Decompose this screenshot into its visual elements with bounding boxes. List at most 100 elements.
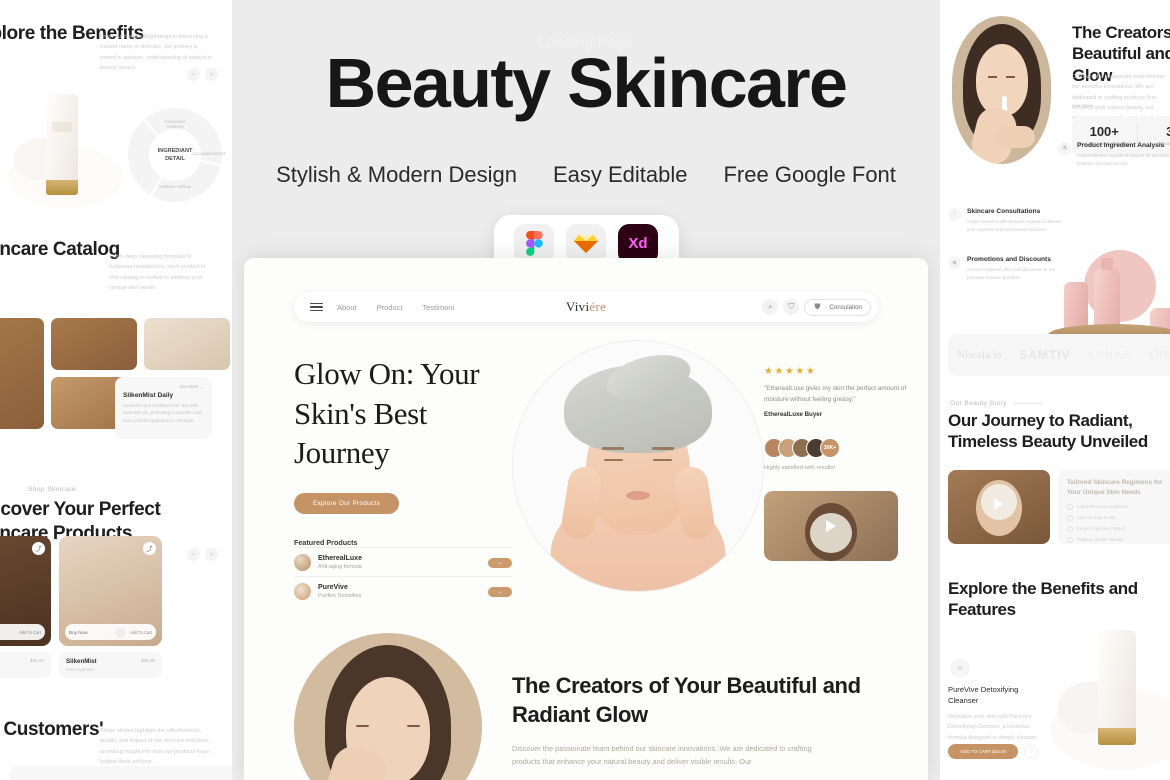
share-icon[interactable]: ⤴	[143, 542, 156, 555]
next-arrow-icon[interactable]: ›	[205, 68, 218, 81]
cart-dot-icon[interactable]	[3, 626, 15, 638]
right-heading-explore: Explore the Benefits and Features	[948, 579, 1138, 620]
right-product-name: PureVive Detoxifying Cleanser	[948, 685, 1019, 706]
right-eyebrow-story: Our Beauty Story	[950, 400, 1043, 407]
mockup-hero: Glow On: Your Skin's Best Journey Explor…	[244, 322, 928, 605]
search-icon[interactable]: ⌕	[762, 299, 779, 315]
regimen-list-item: Expert Recommendations	[1067, 503, 1170, 510]
left-paragraph-2: From deep cleansing formulas to luxuriou…	[110, 254, 206, 292]
nav-link-about[interactable]: About	[337, 303, 357, 312]
arrow-right-icon[interactable]: →	[488, 586, 512, 597]
shop-card-actions[interactable]: Buy Now Add To Cart	[65, 624, 156, 640]
buy-now-label[interactable]: Buy Now	[69, 630, 87, 635]
add-to-cart-button[interactable]: ADD TO CART $34.00	[948, 744, 1019, 759]
brand-logo[interactable]: Viviére	[566, 299, 606, 315]
right-model-photo	[950, 14, 1053, 166]
feature-name: Skincare Consultations	[967, 207, 1041, 215]
right-video-thumbnail[interactable]	[948, 470, 1050, 544]
user-icon[interactable]: ⛉	[783, 299, 800, 315]
catalog-image-2	[51, 318, 137, 370]
heart-icon[interactable]: ♡	[1024, 744, 1039, 759]
tube-body	[46, 94, 78, 192]
video-thumbnail[interactable]	[764, 491, 898, 562]
shop-card-list: ⤴ Buy Now Add To Cart LumiSerum Serum $3…	[0, 536, 162, 678]
testimonial-author: EtherealLuxe Buyer	[764, 411, 823, 419]
cream-tube-image	[8, 88, 123, 208]
shop-next-arrow-icon[interactable]: ›	[205, 548, 218, 561]
donut-center-line2: DETAIL	[165, 156, 185, 162]
model-lips	[626, 491, 650, 500]
mockup-about-section: The Creators of Your Beautiful and Radia…	[244, 605, 928, 780]
product-name: PureVive	[318, 584, 348, 592]
right-cream-tube-image	[1050, 620, 1170, 770]
consulation-label: Consulation	[829, 303, 862, 311]
catalog-image-1	[0, 318, 44, 429]
shop-card-price: $29.00	[140, 658, 155, 663]
donut-center-line1: INGREDIANT	[157, 147, 193, 154]
sparkle-icon: ✧	[950, 658, 970, 678]
right-model-palm	[995, 126, 1035, 148]
left-heading-customers: Our Customers'	[0, 719, 104, 740]
explore-products-button[interactable]: Explore Our Products	[294, 493, 400, 515]
see-more-link[interactable]: See More →	[123, 384, 204, 389]
featured-product-row[interactable]: EtherealLuxe Anti-aging formula →	[294, 547, 512, 576]
product-name: EtherealLuxe	[318, 555, 362, 563]
logo-lunas: LUNAS	[1088, 349, 1132, 361]
play-icon[interactable]	[826, 520, 836, 533]
shop-card[interactable]: ⤴ Buy Now Add To Cart LumiSerum Serum $3…	[0, 536, 51, 678]
right-product-desc: Revitalize your skin with PureVive Detox…	[948, 714, 1038, 741]
add-to-cart-label[interactable]: Add To Cart	[19, 630, 41, 635]
shop-prev-arrow-icon[interactable]: ‹	[187, 548, 200, 561]
regimen-list-title: Tailored Skincare Regimens for Your Uniq…	[1067, 479, 1163, 497]
tube-cap	[46, 180, 78, 195]
hero-feature-1: Easy Editable	[552, 161, 688, 187]
nav-link-testimoni[interactable]: Testimoni	[422, 303, 454, 312]
hamburger-icon[interactable]	[310, 302, 323, 312]
shop-card[interactable]: ⤴ Buy Now Add To Cart SilkenMist Face Hy…	[59, 536, 162, 678]
left-heading-catalog: Skincare Catalog	[0, 239, 120, 260]
feature-name: Product Ingredient Analysis	[1077, 142, 1165, 149]
page-title: Beauty Skincare	[325, 44, 848, 122]
brand-part-2: ére	[589, 299, 607, 314]
play-icon[interactable]	[994, 498, 1004, 511]
feature-text: Skincare Consultations Online sessions w…	[967, 208, 1068, 234]
prev-arrow-icon[interactable]: ‹	[187, 68, 200, 81]
consulation-button[interactable]: ⛊ Consulation	[804, 298, 871, 316]
rating-stars: ★★★★★	[764, 366, 817, 377]
product-sub: Anti-aging formula	[318, 563, 362, 570]
right-product-actions: ADD TO CART $34.00 ♡	[948, 744, 1039, 759]
ingredient-donut-chart: INGREDIANT DETAIL HYDRATING COMPLEX COLL…	[128, 108, 226, 202]
share-icon[interactable]: ⤴	[32, 542, 45, 555]
product-thumb	[294, 583, 311, 601]
stat-number: 100+	[1089, 124, 1119, 140]
website-mockup: About Product Testimoni Viviére ⌕ ⛉ ⛊ Co…	[244, 258, 928, 780]
feature-desc: Online sessions with skincare experts to…	[967, 218, 1061, 232]
logo-samtiv: SAMTIV	[1019, 348, 1071, 362]
feature-text: Product Ingredient Analysis Comprehensiv…	[1077, 142, 1170, 168]
mockup-hero-photo	[512, 340, 764, 605]
logo-niscala: Niscala.io	[956, 349, 1002, 361]
silkenmist-product-card[interactable]: See More → SilkenMist Daily Nourishes an…	[115, 377, 212, 439]
shop-card-actions[interactable]: Buy Now Add To Cart	[0, 624, 45, 640]
right-see-more-link[interactable]: See More →	[1072, 104, 1099, 109]
model-brow-right	[652, 447, 674, 450]
product-text: EtherealLuxe Anti-aging formula	[318, 555, 481, 570]
hero-feature-0: Stylish & Modern Design	[276, 161, 517, 187]
shop-carousel-arrows[interactable]: ‹ ›	[187, 548, 218, 561]
hero-feature-2: Free Google Font	[723, 161, 896, 187]
left-carousel-arrows[interactable]: ‹ ›	[187, 68, 218, 81]
featured-product-row[interactable]: PureVive Purifies Detoxifies →	[294, 576, 512, 605]
shop-card-image: ⤴ Buy Now Add To Cart	[59, 536, 162, 646]
mockup-hero-left: Glow On: Your Skin's Best Journey Explor…	[294, 344, 512, 605]
add-to-cart-label[interactable]: Add To Cart	[130, 630, 152, 635]
nav-link-product[interactable]: Product	[377, 303, 403, 312]
product-sub: Purifies Detoxifies	[318, 592, 362, 599]
regimen-list-item: Step-by-Step Guide	[1067, 514, 1170, 521]
right-heading-journey: Our Journey to Radiant, Timeless Beauty …	[948, 411, 1148, 452]
stat-number: 3	[1166, 124, 1170, 140]
featured-products-title: Featured Products	[294, 538, 358, 548]
arrow-right-icon[interactable]: →	[488, 557, 512, 568]
shop-card-image: ⤴ Buy Now Add To Cart	[0, 536, 51, 646]
cart-dot-icon[interactable]	[114, 626, 126, 638]
video-face-mask	[810, 513, 852, 554]
